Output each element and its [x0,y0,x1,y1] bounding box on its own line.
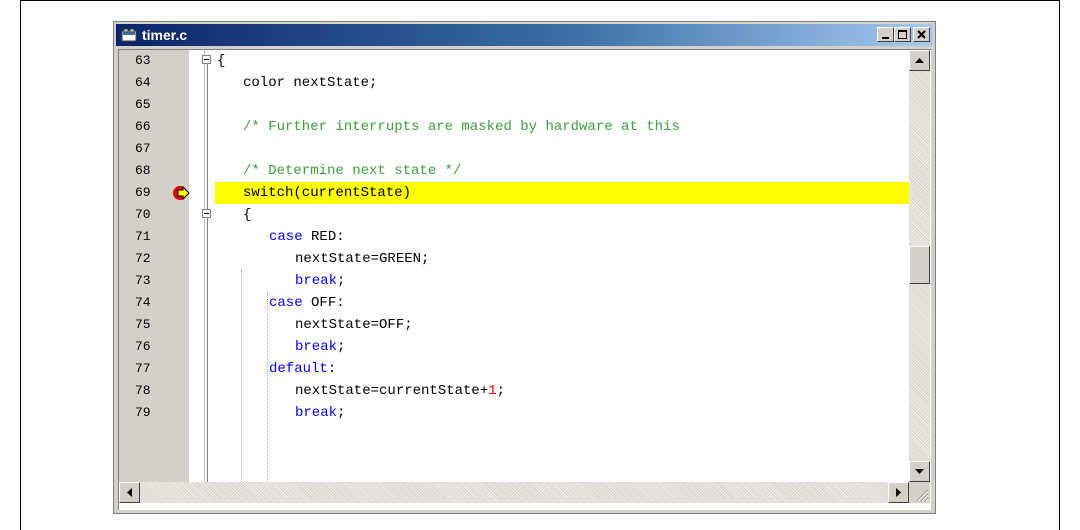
code-text: RED: [302,229,345,245]
line-number: 67 [135,141,151,156]
code-text: : [327,361,337,377]
code-line: 67 [119,138,909,160]
number-literal: 1 [488,383,497,399]
scroll-up-button[interactable] [909,50,930,71]
keyword-text: case [269,229,303,245]
line-number: 66 [135,119,151,134]
code-line: 66 /* Further interrupts are masked by h… [119,116,909,138]
code-text: nextState=OFF; [295,317,413,333]
keyword-text: break [295,339,338,355]
resize-grip-icon [916,489,929,502]
scroll-down-button[interactable] [909,461,930,482]
scroll-down-icon [915,469,924,474]
code-line: 71 case RED: [119,226,909,248]
line-number: 70 [135,207,151,222]
code-text: switch(currentState) [243,185,412,201]
code-line: 79 break; [119,402,909,424]
current-line-arrow-icon [173,185,190,201]
title-bar[interactable]: timer.c [116,24,933,46]
line-number: 78 [135,383,151,398]
fold-toggle[interactable] [202,55,211,64]
keyword-text: break [295,273,338,289]
line-number: 72 [135,251,151,266]
keyword-text: default [269,361,328,377]
code-text: { [217,53,226,69]
current-code-line: 69 switch(currentState) [119,182,909,204]
line-number: 68 [135,163,151,178]
code-text: ; [496,383,506,399]
line-number: 73 [135,273,151,288]
resize-grip[interactable] [909,482,930,503]
editor-window: timer.c 63 { 64 color nextState; 65 66 /… [113,21,936,514]
scroll-left-icon [127,488,132,497]
line-number: 77 [135,361,151,376]
line-number: 65 [135,97,151,112]
vertical-scroll-thumb[interactable] [909,246,930,284]
code-line: 65 [119,94,909,116]
code-line: 77 default: [119,358,909,380]
code-line: 63 { [119,50,909,72]
code-editor[interactable]: 63 { 64 color nextState; 65 66 /* Furthe… [118,49,931,510]
comment-text: /* Determine next state */ [243,163,462,179]
code-line: 73 break; [119,270,909,292]
scroll-right-icon [896,488,901,497]
scroll-right-button[interactable] [888,482,909,503]
code-line: 64 color nextState; [119,72,909,94]
close-icon [917,30,926,39]
code-text: ; [337,405,346,421]
window-icon [121,28,137,42]
fold-toggle[interactable] [202,209,211,218]
keyword-text: break [295,405,338,421]
code-text: color nextState; [243,75,378,91]
minimize-icon [882,37,889,39]
line-number: 64 [135,75,151,90]
close-button[interactable] [913,27,930,42]
code-line: 74 case OFF: [119,292,909,314]
keyword-text: case [269,295,303,311]
comment-text: /* Further interrupts are masked by hard… [243,119,680,135]
figure-frame-top [20,0,1060,1]
scroll-up-icon [915,58,924,63]
line-number: 63 [135,53,151,68]
window-title: timer.c [142,27,188,43]
line-number: 69 [135,185,151,200]
minimize-button[interactable] [877,27,894,42]
scroll-left-button[interactable] [119,482,140,503]
maximize-icon [898,30,907,39]
code-text: ; [337,273,346,289]
code-line: 78 nextState=currentState+1; [119,380,909,402]
code-text: ; [337,339,346,355]
code-line: 68 /* Determine next state */ [119,160,909,182]
code-line: 70 { [119,204,909,226]
line-number: 74 [135,295,151,310]
line-number: 76 [135,339,151,354]
line-number: 75 [135,317,151,332]
line-number: 79 [135,405,151,420]
code-text: nextState=currentState+ [295,383,489,399]
horizontal-scrollbar[interactable] [119,482,909,503]
code-line: 72 nextState=GREEN; [119,248,909,270]
code-text: OFF: [302,295,345,311]
code-line: 76 break; [119,336,909,358]
code-text: { [243,207,252,223]
code-text: nextState=GREEN; [295,251,430,267]
maximize-button[interactable] [894,27,911,42]
line-number: 71 [135,229,151,244]
code-line: 75 nextState=OFF; [119,314,909,336]
